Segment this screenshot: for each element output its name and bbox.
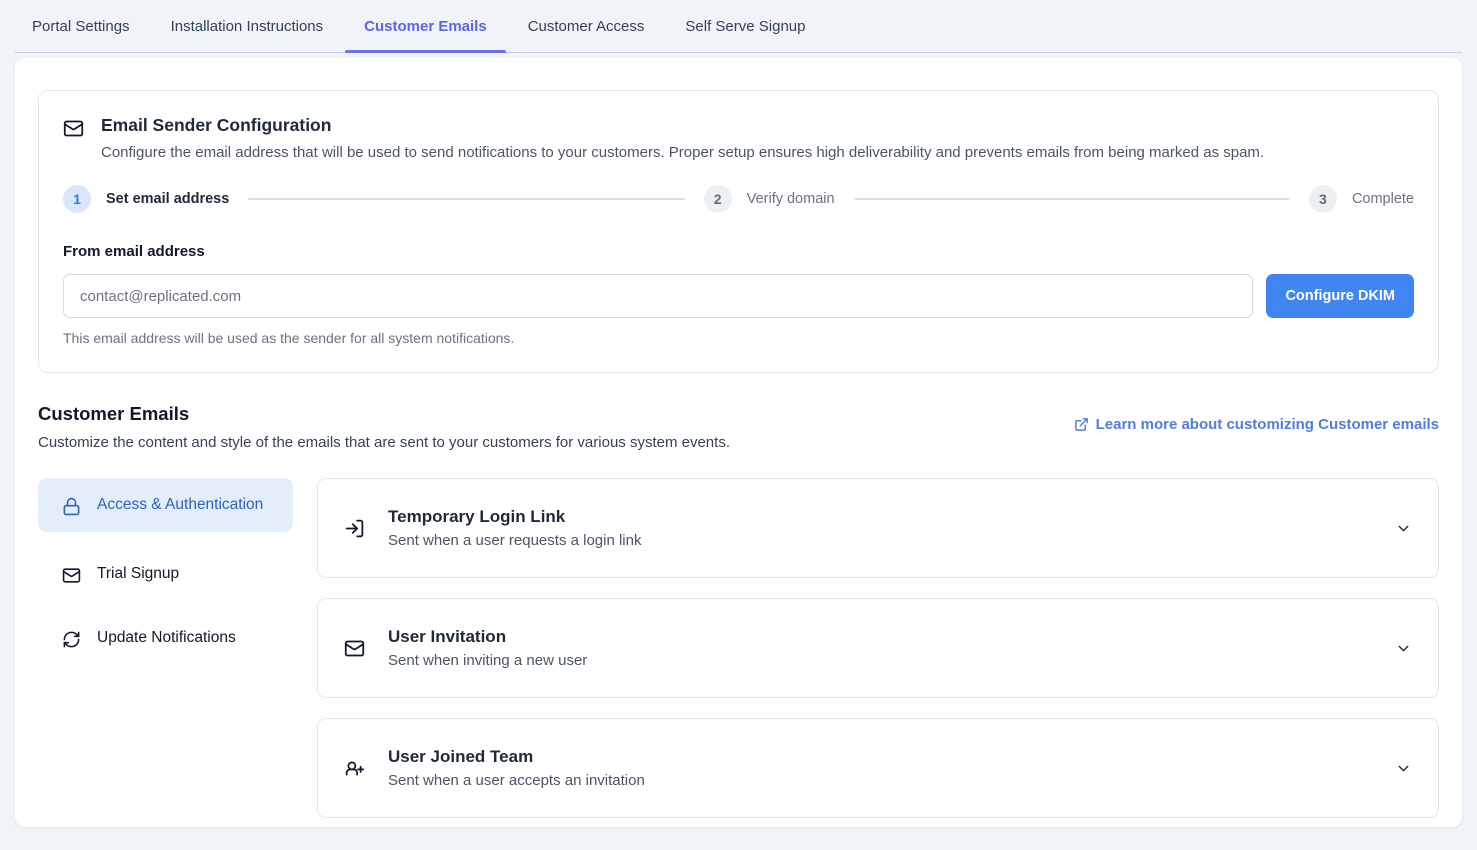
email-template-list: Temporary Login Link Sent when a user re… [317, 478, 1439, 818]
step-verify-domain: 2 Verify domain [704, 185, 835, 213]
stepper-connector [248, 198, 684, 200]
email-card-user-invitation[interactable]: User Invitation Sent when inviting a new… [317, 598, 1439, 698]
mail-icon [344, 638, 365, 659]
step-2-number: 2 [704, 185, 732, 213]
sender-config-title: Email Sender Configuration [101, 115, 1264, 136]
category-access-authentication[interactable]: Access & Authentication [38, 478, 293, 532]
mail-icon [63, 115, 84, 163]
email-category-list: Access & Authentication Trial Signup [38, 478, 293, 818]
settings-tabbar: Portal Settings Installation Instruction… [15, 0, 1462, 53]
from-email-helper-text: This email address will be used as the s… [63, 330, 1414, 346]
category-label: Update Notifications [97, 626, 236, 650]
dkim-setup-stepper: 1 Set email address 2 Verify domain 3 Co… [63, 185, 1414, 213]
user-plus-icon [344, 758, 365, 779]
chevron-down-icon[interactable] [1395, 520, 1412, 537]
tab-installation-instructions[interactable]: Installation Instructions [171, 0, 324, 52]
chevron-down-icon[interactable] [1395, 640, 1412, 657]
category-label: Trial Signup [97, 562, 179, 586]
learn-more-link[interactable]: Learn more about customizing Customer em… [1074, 416, 1439, 433]
from-email-label: From email address [63, 243, 1414, 260]
email-card-description: Sent when a user accepts an invitation [388, 772, 645, 789]
tab-customer-emails[interactable]: Customer Emails [364, 0, 487, 52]
mail-icon [62, 562, 81, 585]
customer-emails-title: Customer Emails [38, 403, 730, 425]
step-complete: 3 Complete [1309, 185, 1414, 213]
step-1-number: 1 [63, 185, 91, 213]
from-email-input[interactable] [63, 274, 1253, 318]
external-link-icon [1074, 417, 1089, 432]
tab-customer-access[interactable]: Customer Access [528, 0, 645, 52]
learn-more-label: Learn more about customizing Customer em… [1096, 416, 1439, 433]
email-card-description: Sent when a user requests a login link [388, 532, 641, 549]
email-card-title: User Invitation [388, 627, 587, 647]
category-update-notifications[interactable]: Update Notifications [38, 616, 293, 660]
email-sender-configuration-card: Email Sender Configuration Configure the… [38, 90, 1439, 373]
login-icon [344, 518, 365, 539]
customer-emails-panel: Email Sender Configuration Configure the… [15, 58, 1462, 827]
email-card-title: User Joined Team [388, 747, 645, 767]
step-3-number: 3 [1309, 185, 1337, 213]
email-card-temporary-login-link[interactable]: Temporary Login Link Sent when a user re… [317, 478, 1439, 578]
customer-emails-description: Customize the content and style of the e… [38, 434, 730, 451]
sender-config-description: Configure the email address that will be… [101, 143, 1264, 163]
category-trial-signup[interactable]: Trial Signup [38, 552, 293, 596]
step-set-email-address: 1 Set email address [63, 185, 229, 213]
chevron-down-icon[interactable] [1395, 760, 1412, 777]
refresh-icon [62, 626, 81, 649]
lock-icon [62, 493, 81, 516]
email-card-title: Temporary Login Link [388, 507, 641, 527]
email-card-description: Sent when inviting a new user [388, 652, 587, 669]
tab-portal-settings[interactable]: Portal Settings [32, 0, 130, 52]
step-3-label: Complete [1352, 191, 1414, 207]
stepper-connector [854, 198, 1290, 200]
tab-self-serve-signup[interactable]: Self Serve Signup [685, 0, 805, 52]
configure-dkim-button[interactable]: Configure DKIM [1266, 274, 1414, 318]
step-2-label: Verify domain [747, 191, 835, 207]
step-1-label: Set email address [106, 191, 229, 207]
email-card-user-joined-team[interactable]: User Joined Team Sent when a user accept… [317, 718, 1439, 818]
category-label: Access & Authentication [97, 493, 263, 517]
